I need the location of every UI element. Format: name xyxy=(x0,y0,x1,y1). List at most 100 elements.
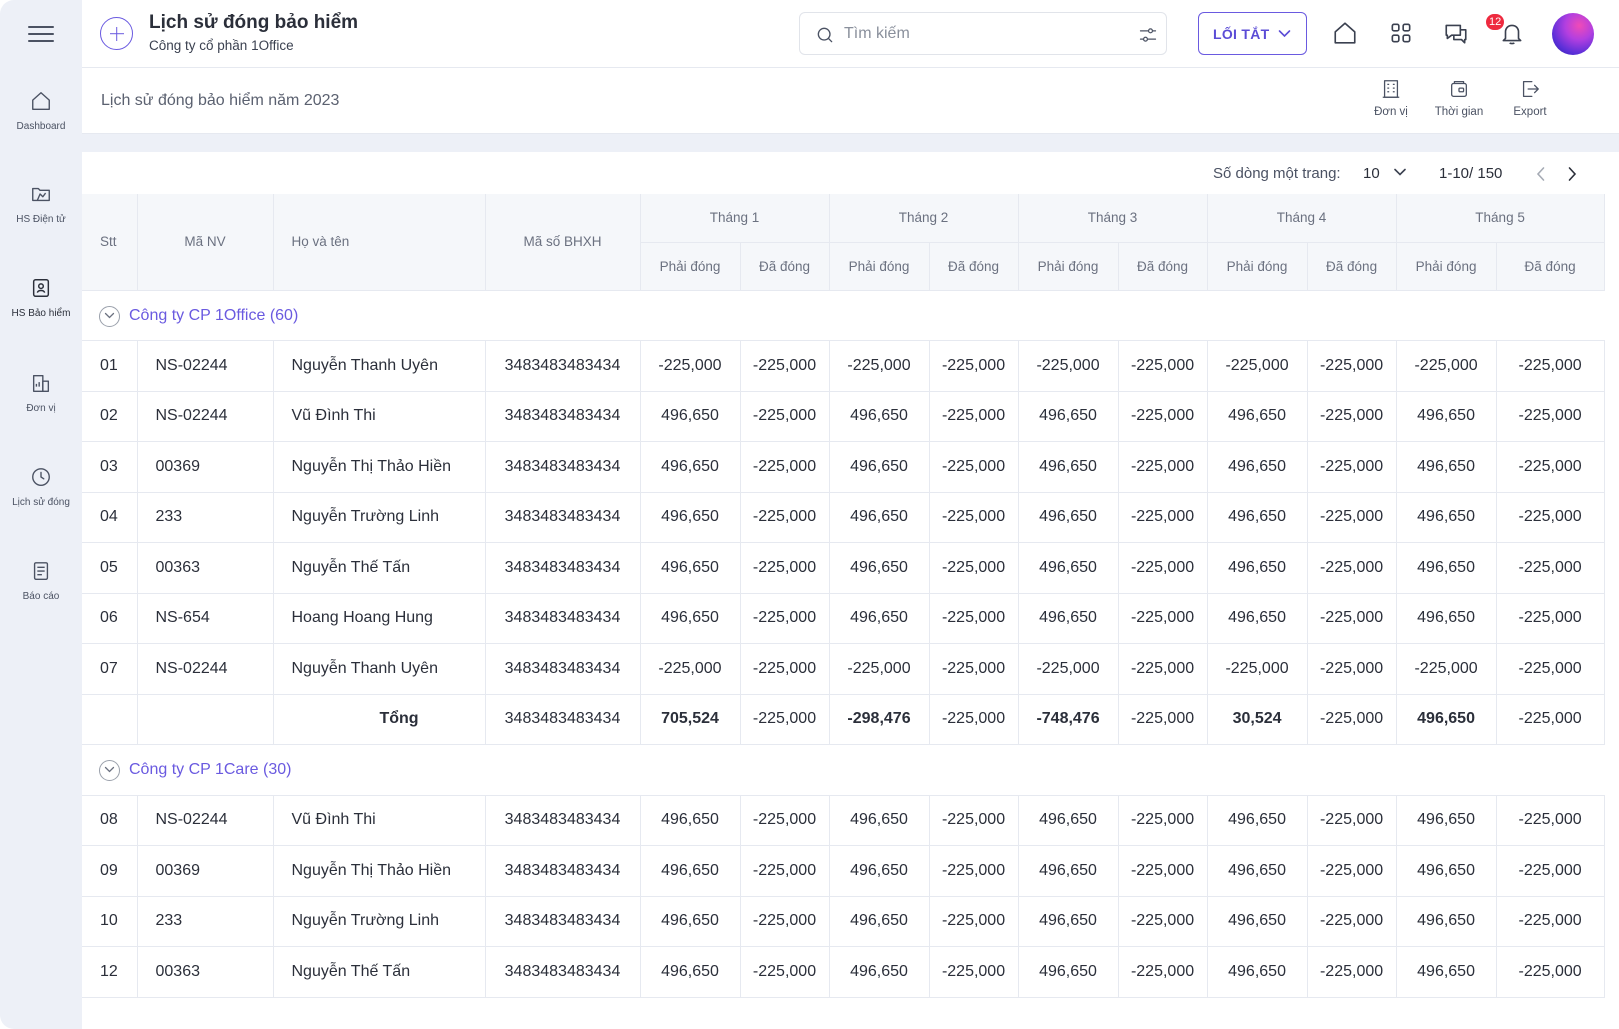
cell-da-dong: -225,000 xyxy=(1307,946,1397,998)
sidebar: Dashboard HS Điện tử HS Bảo hiểm Đơn vị … xyxy=(0,0,82,1029)
cell-phai-dong: 496,650 xyxy=(1207,795,1308,846)
table-row[interactable]: 03 00369 Nguyễn Thị Thảo Hiền 3483483483434… xyxy=(82,441,1605,493)
cell-phai-dong: -225,000 xyxy=(1018,340,1119,392)
total-da-dong: -225,000 xyxy=(929,694,1019,745)
table-row[interactable]: 12 00363 Nguyễn Thế Tấn 3483483483434 496,65… xyxy=(82,946,1605,998)
sidebar-item-bao-cao[interactable]: Báo cáo xyxy=(0,560,82,602)
table-row[interactable]: 08 NS-02244 Vũ Đình Thi 3483483483434 496,65… xyxy=(82,795,1605,846)
cell-phai-dong: -225,000 xyxy=(640,340,741,392)
cell-da-dong: -225,000 xyxy=(929,946,1019,998)
cell-ma-bhxh: 3483483483434 xyxy=(485,896,641,947)
table-row[interactable]: 09 00369 Nguyễn Thị Thảo Hiền 3483483483434… xyxy=(82,845,1605,897)
cell-ho-ten: Nguyễn Thị Thảo Hiền xyxy=(273,441,486,493)
column-header-phai-dong: Phải đóng xyxy=(1396,242,1497,291)
rows-per-page-select[interactable]: 10 xyxy=(1363,165,1380,182)
cell-phai-dong: 496,650 xyxy=(640,896,741,947)
column-header-ho-ten[interactable]: Họ và tên xyxy=(273,194,486,291)
chevron-left-icon[interactable] xyxy=(1535,166,1547,182)
avatar[interactable] xyxy=(1552,13,1594,55)
add-button[interactable] xyxy=(100,17,133,50)
search-input[interactable] xyxy=(844,23,1114,45)
apps-grid-icon[interactable] xyxy=(1388,20,1414,46)
report-title: Lịch sử đóng bảo hiểm năm 2023 xyxy=(101,92,340,109)
cell-empty xyxy=(137,694,274,745)
cell-da-dong: -225,000 xyxy=(929,441,1019,493)
collapse-toggle[interactable] xyxy=(99,760,120,781)
cell-ho-ten: Nguyễn Thế Tấn xyxy=(273,946,486,998)
total-label: Tổng xyxy=(273,694,486,745)
chevron-down-icon xyxy=(1278,30,1291,38)
collapse-toggle[interactable] xyxy=(99,305,120,327)
sidebar-item-hs-dien-tu[interactable]: HS Điện tử xyxy=(0,183,82,225)
menu-icon[interactable] xyxy=(28,24,54,44)
group-row[interactable]: Công ty CP 1Office (60) xyxy=(82,290,1605,341)
cell-ma-bhxh: 3483483483434 xyxy=(485,694,641,745)
cell-da-dong: -225,000 xyxy=(929,795,1019,846)
filter-icon[interactable] xyxy=(1138,25,1158,45)
sidebar-item-don-vi[interactable]: Đơn vị xyxy=(0,372,82,414)
table-row[interactable]: 01 NS-02244 Nguyễn Thanh Uyên 3483483483434… xyxy=(82,340,1605,392)
export-button[interactable]: Export xyxy=(1505,78,1555,118)
cell-stt: 08 xyxy=(82,795,138,846)
total-da-dong: -225,000 xyxy=(1118,694,1208,745)
sidebar-item-dashboard[interactable]: Dashboard xyxy=(0,90,82,132)
cell-phai-dong: 496,650 xyxy=(829,845,930,897)
column-header-ma-nv[interactable]: Mã NV xyxy=(137,194,274,291)
tool-label: Đơn vị xyxy=(1374,106,1408,118)
group-row[interactable]: Công ty CP 1Care (30) xyxy=(82,744,1605,796)
chevron-down-icon[interactable] xyxy=(1393,167,1407,177)
cell-da-dong: -225,000 xyxy=(1496,643,1605,695)
cell-phai-dong: 496,650 xyxy=(1207,542,1308,594)
cell-da-dong: -225,000 xyxy=(929,542,1019,594)
cell-phai-dong: 496,650 xyxy=(1396,593,1497,644)
chat-icon[interactable] xyxy=(1443,20,1469,46)
rows-per-page-label: Số dòng một trang: xyxy=(1213,165,1341,182)
cell-ma-nv: 233 xyxy=(137,896,274,947)
column-header-phai-dong: Phải đóng xyxy=(640,242,741,291)
table-row[interactable]: 05 00363 Nguyễn Thế Tấn 3483483483434 496,65… xyxy=(82,542,1605,594)
cell-phai-dong: 496,650 xyxy=(1018,896,1119,947)
table-row[interactable]: 02 NS-02244 Vũ Đình Thi 3483483483434 496,65… xyxy=(82,391,1605,442)
column-header-month: Tháng 5 xyxy=(1396,194,1605,243)
cell-da-dong: -225,000 xyxy=(929,593,1019,644)
column-header-stt[interactable]: Stt xyxy=(82,194,138,291)
cell-phai-dong: 496,650 xyxy=(1018,946,1119,998)
time-filter-button[interactable]: Thời gian xyxy=(1429,78,1489,118)
cell-da-dong: -225,000 xyxy=(1118,896,1208,947)
table-row[interactable]: 06 NS-654 Hoang Hoang Hung 3483483483434 496… xyxy=(82,593,1605,644)
unit-filter-button[interactable]: Đơn vị xyxy=(1370,78,1412,118)
cell-da-dong: -225,000 xyxy=(1307,441,1397,493)
shortcut-button[interactable]: LỐI TẮT xyxy=(1198,12,1307,55)
home-icon[interactable] xyxy=(1332,20,1358,46)
chevron-right-icon[interactable] xyxy=(1566,166,1578,182)
total-row: Tổng 3483483483434 705,524 -225,000 -298,476… xyxy=(82,694,1605,745)
total-da-dong: -225,000 xyxy=(1307,694,1397,745)
cell-ho-ten: Hoang Hoang Hung xyxy=(273,593,486,644)
column-header-ma-bhxh[interactable]: Mã số BHXH xyxy=(485,194,641,291)
sidebar-item-label: HS Điện tử xyxy=(16,214,66,225)
sidebar-item-lich-su-dong[interactable]: Lịch sử đóng xyxy=(0,466,82,508)
cell-da-dong: -225,000 xyxy=(740,441,830,493)
cell-da-dong: -225,000 xyxy=(929,845,1019,897)
insurance-table-container[interactable]: Stt Mã NV Họ và tên Mã số BHXH Tháng 1 T… xyxy=(82,194,1619,1029)
cell-ho-ten: Vũ Đình Thi xyxy=(273,391,486,442)
cell-da-dong: -225,000 xyxy=(1496,542,1605,594)
cell-phai-dong: -225,000 xyxy=(1207,643,1308,695)
cell-phai-dong: 496,650 xyxy=(640,845,741,897)
cell-phai-dong: 496,650 xyxy=(640,391,741,442)
app-window: Dashboard HS Điện tử HS Bảo hiểm Đơn vị … xyxy=(0,0,1619,1029)
sidebar-item-hs-bao-hiem[interactable]: HS Bảo hiểm xyxy=(0,277,82,319)
cell-da-dong: -225,000 xyxy=(1307,492,1397,543)
divider xyxy=(82,134,1619,152)
cell-da-dong: -225,000 xyxy=(1307,795,1397,846)
group-label[interactable]: Công ty CP 1Care (30) xyxy=(129,761,291,779)
cell-ho-ten: Nguyễn Thanh Uyên xyxy=(273,643,486,695)
table-row[interactable]: 10 233 Nguyễn Trường Linh 3483483483434 496,… xyxy=(82,896,1605,947)
group-label[interactable]: Công ty CP 1Office (60) xyxy=(129,307,298,325)
cell-da-dong: -225,000 xyxy=(1496,795,1605,846)
cell-da-dong: -225,000 xyxy=(1496,593,1605,644)
cell-da-dong: -225,000 xyxy=(1118,643,1208,695)
total-phai-dong: -748,476 xyxy=(1018,694,1119,745)
table-row[interactable]: 07 NS-02244 Nguyễn Thanh Uyên 3483483483434… xyxy=(82,643,1605,695)
table-row[interactable]: 04 233 Nguyễn Trường Linh 3483483483434 496,… xyxy=(82,492,1605,543)
